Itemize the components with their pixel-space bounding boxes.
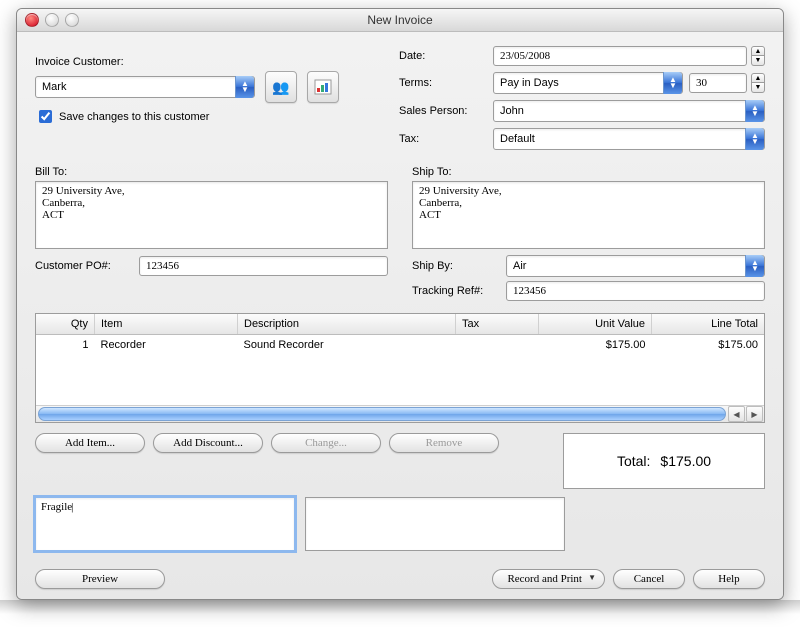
customer-select[interactable]: Mark ▲▼ <box>35 76 255 98</box>
comments-text: Fragile <box>41 501 73 513</box>
tax-select[interactable]: Default ▲▼ <box>493 128 765 150</box>
cell-qty: 1 <box>36 335 95 356</box>
cancel-button[interactable]: Cancel <box>613 569 685 589</box>
salesperson-select[interactable]: John ▲▼ <box>493 100 765 122</box>
remove-button[interactable]: Remove <box>389 433 499 453</box>
zoom-window-button[interactable] <box>65 13 79 27</box>
line-items-table[interactable]: Qty Item Description Tax Unit Value Line… <box>35 313 765 423</box>
po-label: Customer PO#: <box>35 260 139 272</box>
preview-button[interactable]: Preview <box>35 569 165 589</box>
date-step-up[interactable]: ▲ <box>751 46 765 56</box>
date-stepper[interactable]: ▲▼ <box>751 46 765 66</box>
invoice-customer-label: Invoice Customer: <box>35 56 375 68</box>
add-item-button[interactable]: Add Item... <box>35 433 145 453</box>
col-unit[interactable]: Unit Value <box>539 314 652 335</box>
terms-days-field[interactable] <box>689 73 747 93</box>
cell-tax <box>456 335 539 356</box>
invoice-window: New Invoice Invoice Customer: Mark ▲▼ 👥 <box>16 8 784 600</box>
scroll-left-button[interactable]: ◀ <box>728 406 745 422</box>
billto-textarea[interactable]: 29 University Ave, Canberra, ACT <box>35 181 388 249</box>
add-discount-button[interactable]: Add Discount... <box>153 433 263 453</box>
shipto-label: Ship To: <box>412 166 765 178</box>
shipby-label: Ship By: <box>412 260 506 272</box>
shipby-select-value: Air <box>513 260 526 272</box>
tracking-field[interactable] <box>506 281 765 301</box>
change-button[interactable]: Change... <box>271 433 381 453</box>
terms-days-down[interactable]: ▼ <box>751 83 765 93</box>
table-row[interactable]: 1 Recorder Sound Recorder $175.00 $175.0… <box>36 335 764 356</box>
help-button[interactable]: Help <box>693 569 765 589</box>
tax-label: Tax: <box>399 133 493 145</box>
people-icon: 👥 <box>272 79 289 96</box>
billto-label: Bill To: <box>35 166 388 178</box>
private-notes-textarea[interactable] <box>305 497 565 551</box>
save-customer-checkbox-label: Save changes to this customer <box>59 111 209 123</box>
col-qty[interactable]: Qty <box>36 314 95 335</box>
tracking-label: Tracking Ref#: <box>412 285 506 297</box>
shipto-textarea[interactable]: 29 University Ave, Canberra, ACT <box>412 181 765 249</box>
window-title: New Invoice <box>17 13 783 27</box>
date-label: Date: <box>399 50 493 62</box>
comments-textarea[interactable]: Fragile <box>35 497 295 551</box>
record-and-print-menu[interactable]: Record and Print <box>492 569 605 589</box>
cell-desc: Sound Recorder <box>238 335 456 356</box>
terms-days-up[interactable]: ▲ <box>751 73 765 83</box>
tax-select-value: Default <box>500 133 535 145</box>
total-value: $175.00 <box>660 453 711 469</box>
date-step-down[interactable]: ▼ <box>751 56 765 66</box>
col-desc[interactable]: Description <box>238 314 456 335</box>
scrollbar-thumb[interactable] <box>38 407 726 421</box>
cell-unit: $175.00 <box>539 335 652 356</box>
chart-icon <box>314 79 332 95</box>
customer-report-button[interactable] <box>307 71 339 103</box>
col-tax[interactable]: Tax <box>456 314 539 335</box>
minimize-window-button[interactable] <box>45 13 59 27</box>
shipby-select[interactable]: Air ▲▼ <box>506 255 765 277</box>
total-box: Total: $175.00 <box>563 433 765 489</box>
cell-item: Recorder <box>95 335 238 356</box>
po-field[interactable] <box>139 256 388 276</box>
salesperson-label: Sales Person: <box>399 105 493 117</box>
close-window-button[interactable] <box>25 13 39 27</box>
date-field[interactable] <box>493 46 747 66</box>
save-customer-checkbox-input[interactable] <box>39 110 52 123</box>
cell-line: $175.00 <box>652 335 765 356</box>
col-line-total[interactable]: Line Total <box>652 314 765 335</box>
titlebar: New Invoice <box>17 9 783 32</box>
customer-card-button[interactable]: 👥 <box>265 71 297 103</box>
terms-days-stepper[interactable]: ▲▼ <box>751 73 765 93</box>
customer-select-value: Mark <box>42 81 66 93</box>
table-horizontal-scrollbar[interactable]: ◀ ▶ <box>36 405 764 422</box>
salesperson-select-value: John <box>500 105 524 117</box>
col-item[interactable]: Item <box>95 314 238 335</box>
total-label: Total: <box>617 453 650 469</box>
save-customer-checkbox[interactable]: Save changes to this customer <box>35 107 375 126</box>
terms-label: Terms: <box>399 77 493 89</box>
terms-select[interactable]: Pay in Days ▲▼ <box>493 72 683 94</box>
terms-select-value: Pay in Days <box>500 77 559 89</box>
scroll-right-button[interactable]: ▶ <box>746 406 763 422</box>
